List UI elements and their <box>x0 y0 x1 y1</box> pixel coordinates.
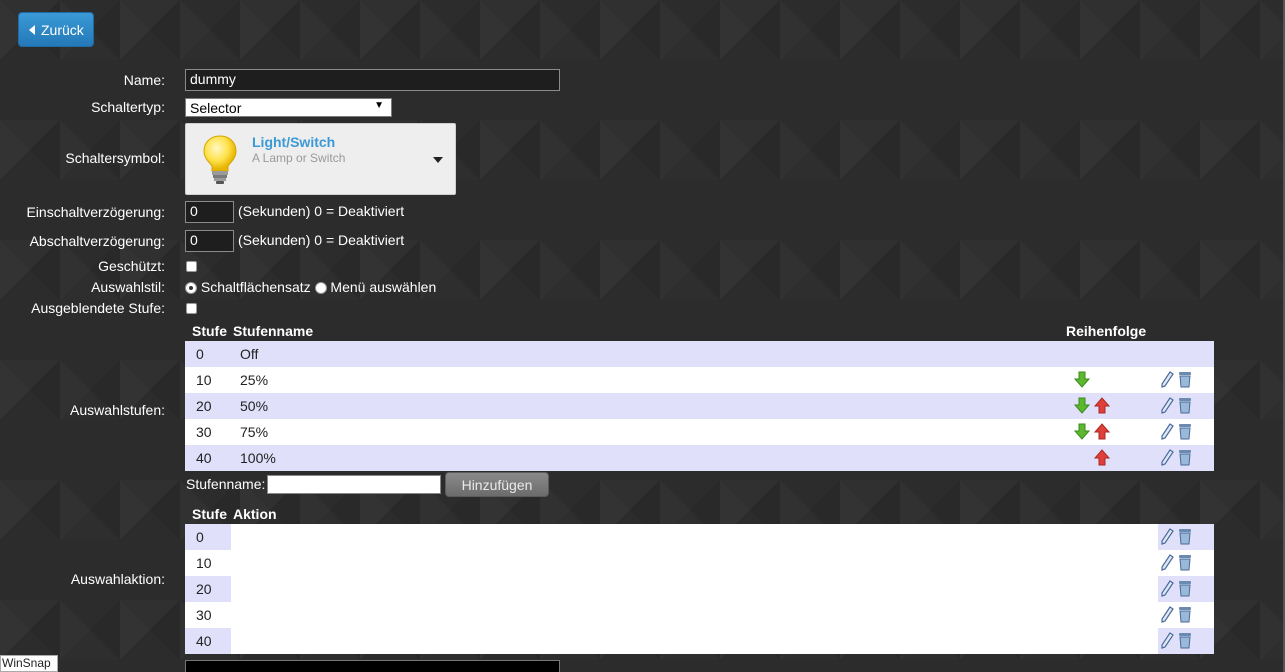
winsnap-label: WinSnap <box>0 655 58 672</box>
level-name-input[interactable] <box>267 475 441 494</box>
delete-icon[interactable] <box>1177 449 1193 466</box>
name-input[interactable]: dummy <box>185 69 560 91</box>
off-delay-hint: (Sekunden) 0 = Deaktiviert <box>238 232 405 248</box>
delete-icon[interactable] <box>1177 528 1193 545</box>
move-down-icon[interactable] <box>1074 397 1090 414</box>
symbol-title: Light/Switch <box>252 134 336 150</box>
move-up-icon[interactable] <box>1094 397 1110 414</box>
switch-symbol-select[interactable]: Light/Switch A Lamp or Switch <box>185 123 456 195</box>
edit-icon[interactable] <box>1159 580 1175 597</box>
table-row: 40 100% <box>185 445 1214 471</box>
off-delay-label: Abschaltverzögerung: <box>29 233 165 249</box>
edit-icon[interactable] <box>1159 397 1175 414</box>
edit-icon[interactable] <box>1159 449 1175 466</box>
radio-button-set[interactable] <box>185 282 197 295</box>
edit-icon[interactable] <box>1159 554 1175 571</box>
switch-symbol-label: Schaltersymbol: <box>65 150 165 166</box>
back-button[interactable]: Zurück <box>18 12 94 47</box>
edit-icon[interactable] <box>1159 423 1175 440</box>
table-row: 20 <box>185 576 1214 602</box>
table-row: 10 25% <box>185 367 1214 393</box>
edit-icon[interactable] <box>1159 528 1175 545</box>
delete-icon[interactable] <box>1177 423 1193 440</box>
radio-button-set-label: Schaltflächensatz <box>200 279 311 295</box>
levels-header-level: Stufe <box>192 323 227 339</box>
table-row: 0 Off <box>185 341 1214 367</box>
action-field[interactable] <box>231 576 1158 602</box>
move-up-icon[interactable] <box>1094 423 1110 440</box>
action-field[interactable] <box>231 628 1158 654</box>
protected-label: Geschützt: <box>98 258 165 274</box>
edit-icon[interactable] <box>1159 632 1175 649</box>
radio-select-menu[interactable] <box>314 282 327 295</box>
table-row: 30 75% <box>185 419 1214 445</box>
move-down-icon[interactable] <box>1074 423 1090 440</box>
table-row: 30 <box>185 602 1214 628</box>
on-delay-input[interactable]: 0 <box>185 201 234 223</box>
actions-header-level: Stufe <box>192 506 227 522</box>
levels-header-name: Stufenname <box>233 323 314 339</box>
levels-label: Auswahlstufen: <box>70 402 165 418</box>
radio-select-menu-label: Menü auswählen <box>330 279 437 295</box>
edit-icon[interactable] <box>1159 371 1175 388</box>
level-name-label: Stufenname: <box>186 476 266 492</box>
delete-icon[interactable] <box>1177 371 1193 388</box>
table-row: 10 <box>185 550 1214 576</box>
edit-icon[interactable] <box>1159 606 1175 623</box>
table-row: 0 <box>185 524 1214 550</box>
switch-type-label: Schaltertyp: <box>91 99 165 115</box>
delete-icon[interactable] <box>1177 397 1193 414</box>
chevron-down-icon <box>433 157 443 163</box>
protected-checkbox[interactable] <box>186 261 197 272</box>
off-delay-input[interactable]: 0 <box>185 230 234 252</box>
delete-icon[interactable] <box>1177 554 1193 571</box>
hidden-level-checkbox[interactable] <box>186 303 197 314</box>
table-row: 20 50% <box>185 393 1214 419</box>
back-arrow-icon <box>29 24 35 35</box>
table-row: 40 <box>185 628 1214 654</box>
add-level-button[interactable]: Hinzufügen <box>445 472 549 497</box>
actions-header-action: Aktion <box>233 506 277 522</box>
on-delay-label: Einschaltverzögerung: <box>26 204 165 220</box>
action-field[interactable] <box>231 550 1158 576</box>
hidden-level-label: Ausgeblendete Stufe: <box>31 300 165 316</box>
delete-icon[interactable] <box>1177 632 1193 649</box>
action-field[interactable] <box>231 524 1158 550</box>
on-delay-hint: (Sekunden) 0 = Deaktiviert <box>238 203 405 219</box>
action-field[interactable] <box>231 602 1158 628</box>
levels-header-order: Reihenfolge <box>1066 323 1147 339</box>
symbol-description: A Lamp or Switch <box>252 151 346 165</box>
delete-icon[interactable] <box>1177 606 1193 623</box>
switch-type-select[interactable]: Selector ▼ <box>185 98 392 117</box>
delete-icon[interactable] <box>1177 580 1193 597</box>
dropdown-arrow-icon: ▼ <box>374 100 384 111</box>
light-bulb-icon <box>203 135 237 184</box>
actions-label: Auswahlaktion: <box>70 571 165 587</box>
selector-style-label: Auswahlstil: <box>91 279 165 295</box>
name-label: Name: <box>123 72 165 88</box>
bottom-input[interactable] <box>185 660 560 672</box>
move-down-icon[interactable] <box>1074 371 1090 388</box>
move-up-icon[interactable] <box>1094 449 1110 466</box>
